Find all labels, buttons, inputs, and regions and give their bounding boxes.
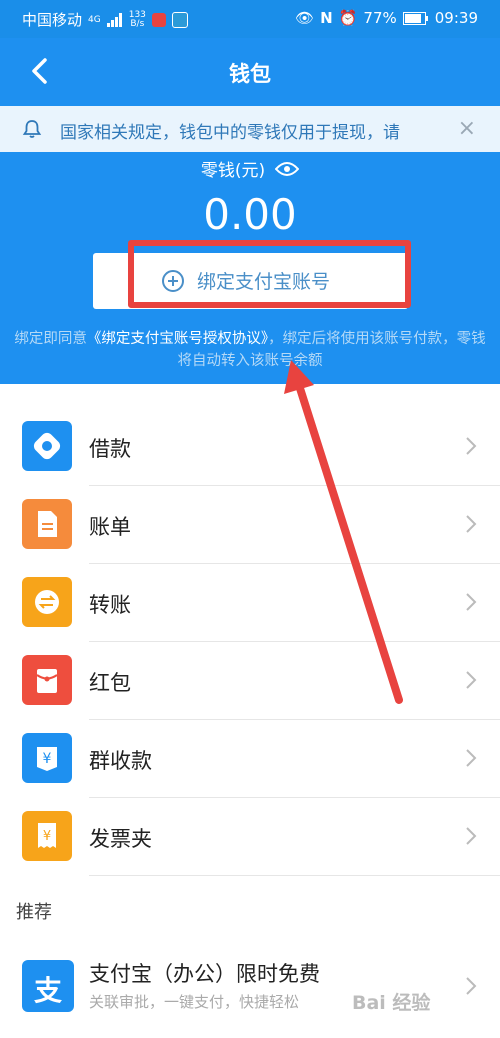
agreement-text: 绑定即同意《绑定支付宝账号授权协议》，绑定后将使用该账号付款，零钱将自动转入该账… — [14, 331, 486, 369]
menu-label: 红包 — [89, 671, 131, 695]
signal-icon — [106, 12, 122, 27]
wallet-menu: 借款 账单 转账 红包 ¥ 群收款 ¥ 发票夹 — [0, 408, 500, 876]
menu-item-invoice[interactable]: ¥ 发票夹 — [0, 798, 500, 876]
notice-text: 国家相关规定，钱包中的零钱仅用于提现，请 — [60, 123, 400, 143]
recommend-item-alipay-office[interactable]: 支 支付宝（办公）限时免费 关联审批，一键支付，快捷轻松 — [0, 942, 500, 1032]
recommend-section-title: 推荐 — [16, 902, 52, 923]
menu-label: 转账 — [89, 593, 131, 617]
loan-icon — [22, 421, 72, 471]
menu-item-bill[interactable]: 账单 — [0, 486, 500, 564]
transfer-icon — [22, 577, 72, 627]
menu-label: 账单 — [89, 515, 131, 539]
watermark: Bai 经验 — [352, 992, 431, 1014]
notice-bar[interactable]: 国家相关规定，钱包中的零钱仅用于提现，请 × — [0, 106, 500, 152]
menu-item-transfer[interactable]: 转账 — [0, 564, 500, 642]
svg-text:¥: ¥ — [43, 751, 52, 767]
nav-header: 钱包 — [0, 38, 500, 106]
balance-panel: 零钱(元) 0.00 绑定支付宝账号 绑定即同意《绑定支付宝账号授权协议》，绑定… — [0, 152, 500, 384]
bell-icon — [22, 120, 42, 138]
menu-label: 借款 — [89, 437, 131, 461]
alipay-icon: 支 — [22, 960, 74, 1012]
bill-icon — [22, 499, 72, 549]
menu-item-loan[interactable]: 借款 — [0, 408, 500, 486]
network-type: 4G — [88, 14, 101, 25]
alarm-icon: ⏰ — [338, 9, 358, 27]
chevron-right-icon — [466, 749, 477, 767]
menu-label: 群收款 — [89, 749, 152, 773]
recommend-title: 支付宝（办公）限时免费 — [89, 962, 320, 986]
nfc-icon: N — [320, 9, 333, 27]
chevron-right-icon — [466, 977, 477, 995]
invoice-icon: ¥ — [22, 811, 72, 861]
chevron-right-icon — [466, 437, 477, 455]
eye-toggle-icon[interactable] — [275, 161, 300, 177]
chevron-right-icon — [466, 515, 477, 533]
clock: 09:39 — [434, 9, 478, 27]
close-icon[interactable]: × — [458, 116, 476, 141]
group-collect-icon: ¥ — [22, 733, 72, 783]
red-packet-icon — [22, 655, 72, 705]
balance-label: 零钱(元) — [200, 161, 266, 181]
menu-label: 发票夹 — [89, 827, 152, 851]
menu-item-red-packet[interactable]: 红包 — [0, 642, 500, 720]
status-bar: 中国移动 4G 133 B/s 👁 N ⏰ 77% 09:39 — [0, 0, 500, 38]
battery-percent: 77% — [363, 9, 397, 27]
network-speed: 133 B/s — [128, 9, 146, 29]
page-title: 钱包 — [229, 62, 271, 86]
recommend-subtitle: 关联审批，一键支付，快捷轻松 — [89, 993, 300, 1011]
svg-text:¥: ¥ — [43, 829, 51, 844]
chevron-right-icon — [466, 593, 477, 611]
agreement-link[interactable]: 《绑定支付宝账号授权协议》 — [87, 331, 268, 347]
chevron-right-icon — [466, 671, 477, 689]
balance-amount: 0.00 — [203, 190, 297, 239]
highlight-box — [128, 240, 411, 308]
battery-icon — [402, 11, 428, 25]
app-notification-icon — [171, 11, 188, 28]
notification-icon — [151, 12, 166, 27]
eye-icon: 👁 — [295, 9, 315, 27]
divider — [89, 875, 500, 876]
carrier-label: 中国移动 — [22, 11, 83, 29]
chevron-right-icon — [466, 827, 477, 845]
menu-item-group-collect[interactable]: ¥ 群收款 — [0, 720, 500, 798]
balance-label-row: 零钱(元) — [0, 156, 500, 181]
